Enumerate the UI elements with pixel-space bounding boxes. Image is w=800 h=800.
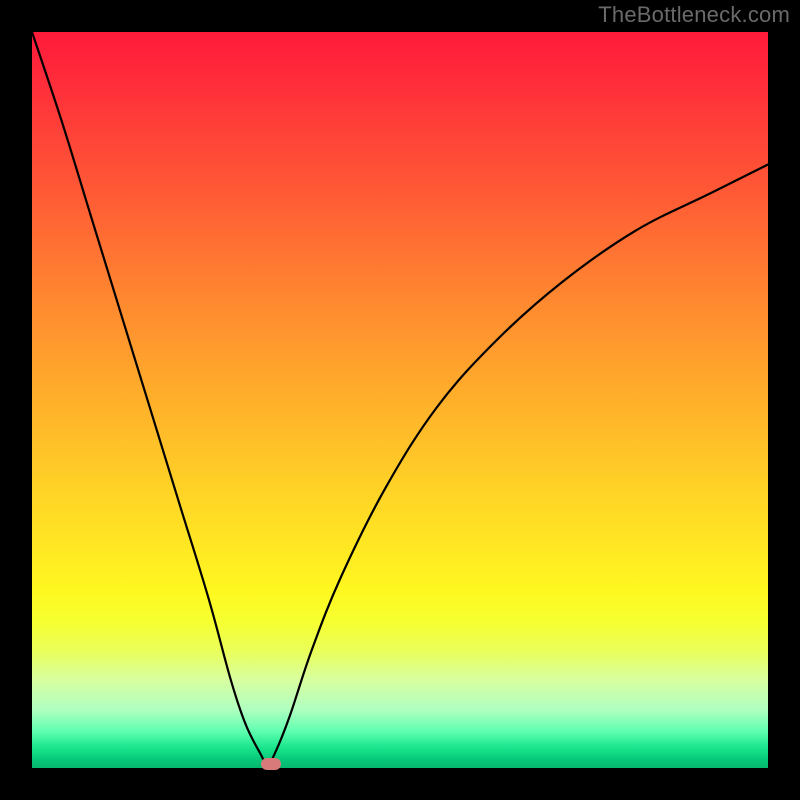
chart-container: TheBottleneck.com bbox=[0, 0, 800, 800]
plot-area bbox=[32, 32, 768, 768]
optimum-marker bbox=[261, 758, 281, 770]
chart-curve bbox=[32, 32, 768, 768]
watermark-text: TheBottleneck.com bbox=[598, 2, 790, 28]
